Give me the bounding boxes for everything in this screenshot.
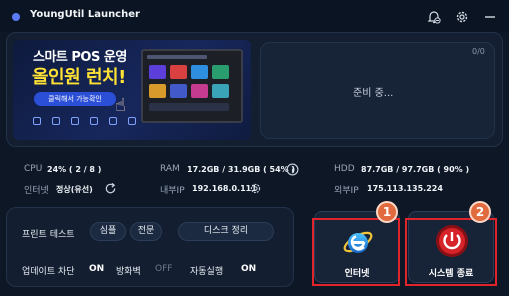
gear-icon[interactable]: [249, 182, 262, 195]
title-bar: YoungUtil Launcher: [0, 0, 509, 32]
banner-cta-button[interactable]: 클릭해서 가능확인: [34, 92, 116, 106]
bell-off-icon[interactable]: [426, 9, 442, 25]
internet-label: 인터넷: [24, 186, 49, 196]
gear-icon[interactable]: [454, 9, 470, 25]
feature-icon: [71, 117, 79, 125]
feature-icon: [109, 117, 117, 125]
status-text: 준비 중...: [353, 88, 394, 99]
feature-icon: [128, 117, 136, 125]
ram-value: 17.2GB / 31.9GB ( 54% ): [187, 165, 296, 174]
ram-label: RAM: [160, 164, 180, 174]
info-icon[interactable]: [286, 163, 299, 176]
autorun-toggle[interactable]: ON: [241, 264, 256, 274]
internet-value: 정상(유선): [56, 185, 93, 194]
pointer-hand-icon: ☝: [115, 95, 126, 116]
feature-icon: [90, 117, 98, 125]
app-logo-icon: [12, 13, 20, 21]
hdd-label: HDD: [334, 164, 355, 174]
cpu-value: 24% ( 2 / 8 ): [47, 165, 102, 174]
disk-cleanup-button[interactable]: 디스크 정리: [178, 222, 274, 241]
cpu-label: CPU: [24, 164, 43, 174]
update-block-label: 업데이트 차단: [22, 267, 75, 277]
full-print-button[interactable]: 전문: [130, 222, 162, 241]
refresh-icon[interactable]: [104, 182, 117, 195]
simple-print-button[interactable]: 심플: [90, 222, 126, 241]
firewall-label: 방화벽: [116, 267, 141, 277]
update-block-toggle[interactable]: ON: [89, 264, 104, 274]
external-ip-value: 175.113.135.224: [367, 184, 443, 193]
feature-icon: [33, 117, 41, 125]
monitor-illustration: [141, 49, 243, 123]
hdd-value: 87.7GB / 97.7GB ( 90% ): [361, 165, 470, 174]
promo-banner[interactable]: 스마트 POS 운영 올인원 런치! 클릭해서 가능확인 ☝: [13, 40, 251, 140]
autorun-label: 자동실행: [190, 267, 224, 277]
print-test-label: 프린트 테스트: [22, 230, 75, 240]
internal-ip-label: 내부IP: [160, 186, 185, 196]
highlight-box: [405, 218, 497, 286]
banner-subheadline: 올인원 런치!: [32, 67, 126, 88]
step-badge-1: 1: [376, 201, 398, 223]
feature-icon: [52, 117, 60, 125]
progress-count: 0/0: [472, 47, 485, 56]
internal-ip-value: 192.168.0.111: [192, 184, 257, 193]
external-ip-label: 외부IP: [334, 186, 359, 196]
step-badge-2: 2: [469, 201, 491, 223]
app-title: YoungUtil Launcher: [30, 9, 140, 20]
highlight-box: [312, 218, 400, 286]
firewall-toggle[interactable]: OFF: [155, 264, 172, 274]
minimize-icon[interactable]: [482, 9, 498, 25]
